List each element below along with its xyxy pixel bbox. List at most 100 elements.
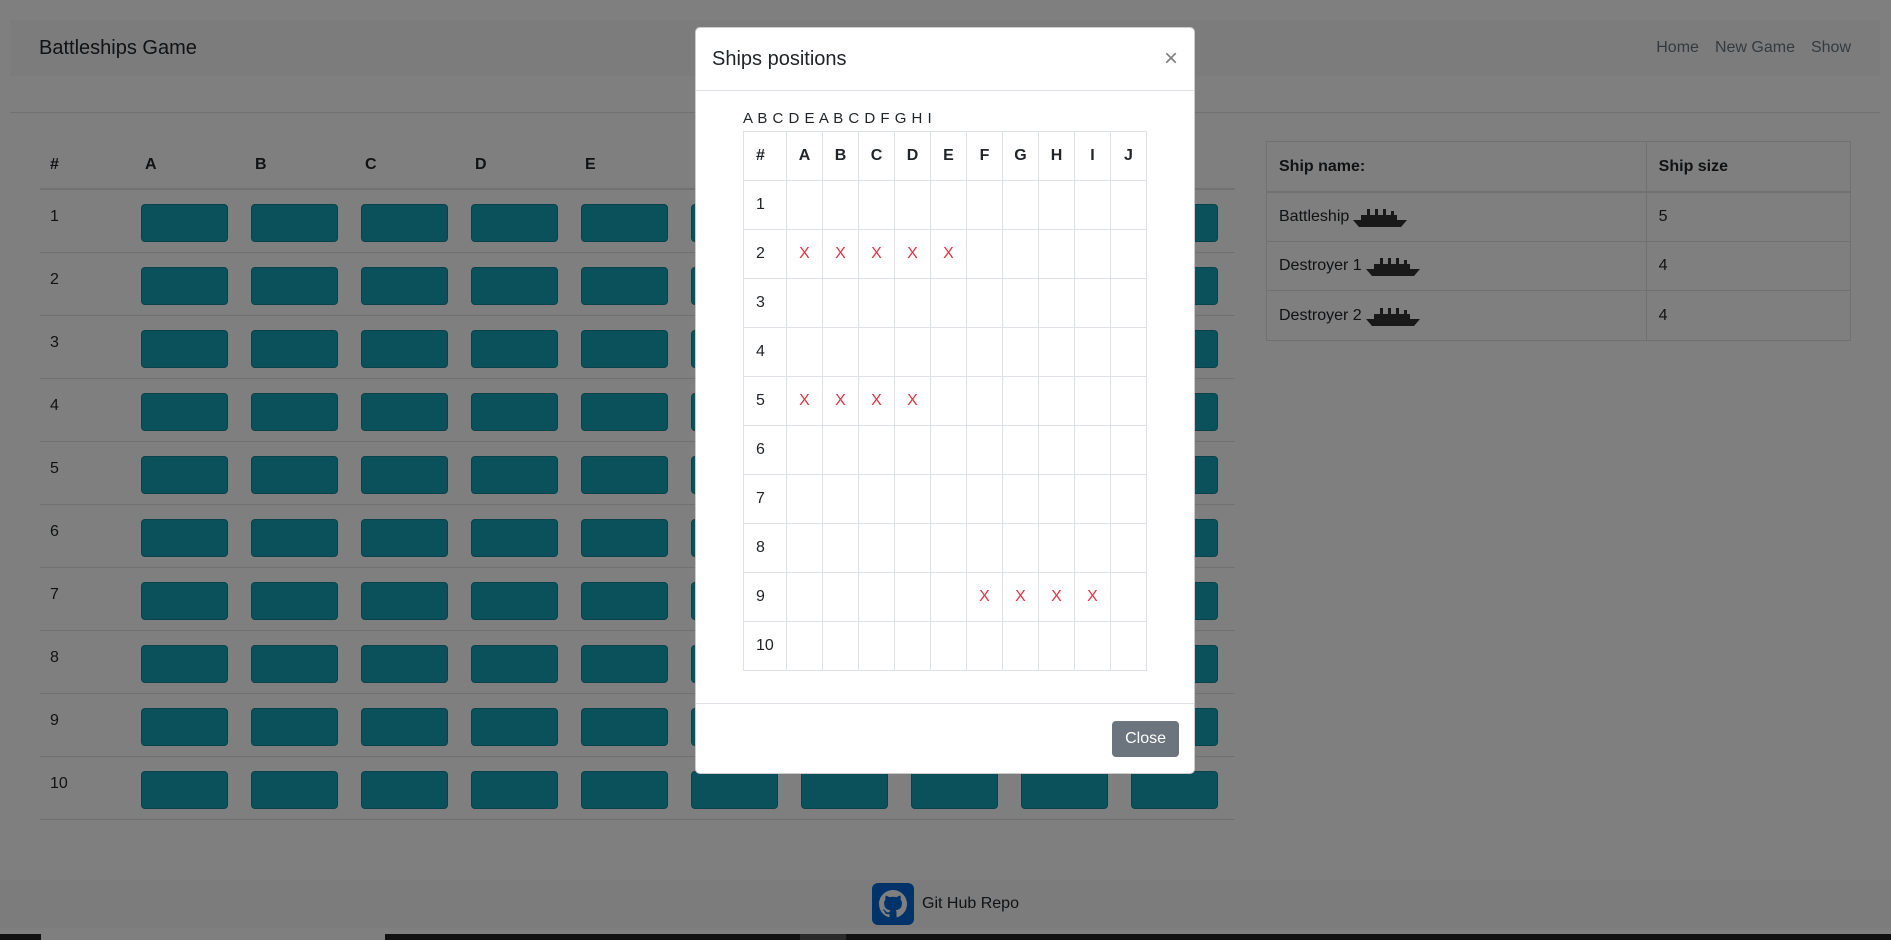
grid-cell: [1038, 327, 1075, 377]
grid-column-header: D: [894, 131, 931, 181]
grid-cell: [930, 180, 967, 230]
grid-cell: [786, 572, 823, 622]
grid-row-number: 1: [743, 180, 787, 230]
grid-column-header: C: [858, 131, 895, 181]
grid-cell: [966, 621, 1003, 671]
grid-cell: [930, 621, 967, 671]
grid-cell: [1002, 474, 1039, 524]
modal-header: Ships positions ×: [696, 28, 1194, 91]
ships-positions-modal: Ships positions × A B C D E A B C D F G …: [695, 27, 1195, 774]
grid-cell: [966, 229, 1003, 279]
grid-cell: [822, 523, 859, 573]
close-button[interactable]: Close: [1112, 721, 1179, 757]
grid-cell: [1002, 621, 1039, 671]
grid-cell: [786, 523, 823, 573]
grid-cell: [894, 180, 931, 230]
grid-cell: [822, 425, 859, 475]
grid-cell: [858, 572, 895, 622]
ship-mark: X: [894, 376, 931, 426]
grid-cell: [822, 180, 859, 230]
grid-cell: [1074, 229, 1111, 279]
grid-cell: [1110, 523, 1147, 573]
grid-cell: [1038, 180, 1075, 230]
ship-mark: X: [822, 376, 859, 426]
grid-cell: [1074, 327, 1111, 377]
modal-footer: Close: [696, 703, 1194, 774]
grid-cell: [1074, 474, 1111, 524]
ship-mark: X: [786, 376, 823, 426]
grid-column-header: #: [743, 131, 787, 181]
positions-grid: # A B C D E F G H I J 1 2 X X X X X 3 4 5 X X X X 6 7 8 9 X X X X 10: [743, 131, 1147, 671]
grid-row-number: 10: [743, 621, 787, 671]
grid-cell: [822, 278, 859, 328]
grid-cell: [858, 425, 895, 475]
grid-cell: [1110, 376, 1147, 426]
grid-row: 4: [743, 327, 1147, 377]
grid-row: 3: [743, 278, 1147, 328]
grid-row-number: 6: [743, 425, 787, 475]
grid-header-row: # A B C D E F G H I J: [743, 131, 1147, 181]
ship-mark: X: [1002, 572, 1039, 622]
grid-cell: [966, 327, 1003, 377]
grid-cell: [1038, 425, 1075, 475]
ship-mark: X: [786, 229, 823, 279]
grid-cell: [858, 621, 895, 671]
grid-cell: [1074, 376, 1111, 426]
close-icon[interactable]: ×: [1164, 47, 1178, 71]
grid-row: 6: [743, 425, 1147, 475]
grid-cell: [1038, 376, 1075, 426]
grid-column-header: J: [1110, 131, 1147, 181]
grid-cell: [1002, 278, 1039, 328]
grid-cell: [966, 425, 1003, 475]
grid-cell: [1110, 327, 1147, 377]
grid-row-number: 2: [743, 229, 787, 279]
grid-cell: [858, 278, 895, 328]
grid-column-header: G: [1002, 131, 1039, 181]
grid-body: 1 2 X X X X X 3 4 5 X X X X 6 7 8 9 X X X X 10: [743, 180, 1147, 671]
grid-cell: [786, 278, 823, 328]
grid-cell: [1002, 180, 1039, 230]
grid-cell: [858, 474, 895, 524]
grid-cell: [966, 523, 1003, 573]
grid-cell: [1074, 523, 1111, 573]
grid-column-header: A: [786, 131, 823, 181]
grid-cell: [894, 572, 931, 622]
grid-cell: [858, 523, 895, 573]
grid-cell: [1110, 572, 1147, 622]
grid-cell: [786, 621, 823, 671]
grid-cell: [894, 523, 931, 573]
grid-cell: [786, 327, 823, 377]
grid-cell: [822, 327, 859, 377]
grid-cell: [930, 572, 967, 622]
grid-cell: [822, 572, 859, 622]
grid-row: 9XXXX: [743, 572, 1147, 622]
grid-cell: [786, 425, 823, 475]
grid-row: 10: [743, 621, 1147, 671]
grid-cell: [894, 621, 931, 671]
grid-column-header: B: [822, 131, 859, 181]
grid-cell: [1002, 327, 1039, 377]
grid-cell: [1110, 474, 1147, 524]
grid-cell: [894, 474, 931, 524]
grid-cell: [966, 180, 1003, 230]
ship-mark: X: [822, 229, 859, 279]
grid-cell: [1002, 229, 1039, 279]
grid-cell: [966, 376, 1003, 426]
grid-cell: [1038, 621, 1075, 671]
grid-cell: [1002, 376, 1039, 426]
grid-cell: [858, 327, 895, 377]
grid-cell: [1038, 229, 1075, 279]
grid-cell: [1110, 278, 1147, 328]
grid-cell: [1002, 523, 1039, 573]
grid-cell: [1038, 474, 1075, 524]
grid-cell: [1038, 523, 1075, 573]
grid-cell: [1074, 621, 1111, 671]
grid-cell: [930, 474, 967, 524]
grid-column-header: F: [966, 131, 1003, 181]
grid-cell: [930, 278, 967, 328]
grid-cell: [894, 425, 931, 475]
ship-mark: X: [1074, 572, 1111, 622]
grid-row: 2XXXXX: [743, 229, 1147, 279]
grid-cell: [894, 327, 931, 377]
grid-row-number: 4: [743, 327, 787, 377]
